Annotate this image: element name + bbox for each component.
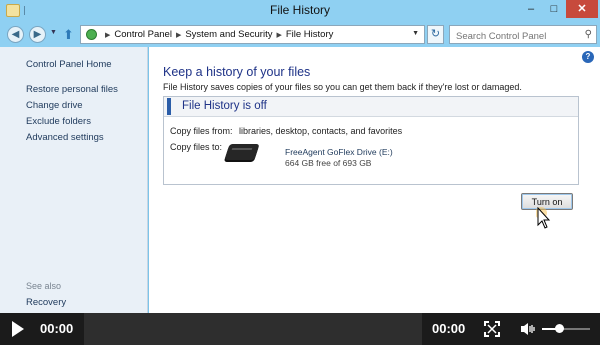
sidebar-item-change-drive[interactable]: Change drive (26, 100, 83, 111)
page-description: File History saves copies of your files … (163, 82, 522, 92)
sidebar: Control Panel Home Restore personal file… (0, 47, 148, 313)
breadcrumb-chevron-icon[interactable]: ▶ (176, 32, 181, 39)
video-player-controls: 00:00 00:00 (0, 313, 600, 345)
drive-name: FreeAgent GoFlex Drive (E:) (285, 147, 393, 157)
copy-from-label: Copy files from: (170, 126, 233, 136)
copy-to-label: Copy files to: (170, 142, 223, 152)
breadcrumb-system-and-security[interactable]: System and Security (185, 29, 272, 40)
breadcrumb-control-panel[interactable]: Control Panel (114, 29, 172, 40)
window-title: File History (269, 3, 330, 17)
mouse-cursor-icon (536, 207, 551, 229)
maximize-button[interactable]: □ (543, 0, 565, 18)
help-icon[interactable]: ? (582, 51, 594, 63)
breadcrumb-chevron-icon[interactable]: ▶ (105, 32, 110, 39)
address-bar[interactable]: ▶ Control Panel ▶ System and Security ▶ File … (80, 25, 425, 44)
control-panel-icon (86, 29, 97, 40)
see-also-label: See also (26, 281, 62, 291)
sidebar-item-advanced-settings[interactable]: Advanced settings (26, 132, 104, 143)
main-content: ? Keep a history of your files File Hist… (149, 47, 600, 313)
volume-slider[interactable] (542, 328, 590, 330)
volume-icon[interactable] (520, 322, 536, 336)
copy-from-value: libraries, desktop, contacts, and favori… (239, 126, 403, 136)
page-title: Keep a history of your files (163, 65, 311, 79)
title-bar: File History – □ ✕ (0, 0, 600, 22)
search-icon[interactable]: ⚲ (585, 29, 592, 40)
sidebar-control-panel-home[interactable]: Control Panel Home (26, 59, 112, 70)
refresh-button[interactable]: ↻ (427, 25, 444, 44)
drive-free-space: 664 GB free of 693 GB (285, 158, 372, 168)
play-icon[interactable] (12, 321, 24, 337)
up-arrow-icon[interactable]: ⬆ (63, 27, 74, 43)
current-time: 00:00 (40, 321, 74, 336)
external-drive-icon (224, 144, 260, 160)
search-box[interactable]: ⚲ (449, 25, 597, 45)
status-title: File History is off (167, 98, 267, 115)
recent-pages-dropdown-icon[interactable]: ▼ (50, 29, 57, 36)
address-dropdown-icon[interactable]: ▼ (412, 30, 419, 37)
status-panel: File History is off Copy files from: lib… (163, 96, 579, 185)
minimize-button[interactable]: – (520, 0, 542, 18)
breadcrumb: ▶ Control Panel ▶ System and Security ▶ File … (101, 29, 333, 40)
sidebar-item-recovery[interactable]: Recovery (26, 297, 66, 308)
search-input[interactable] (450, 28, 575, 45)
close-button[interactable]: ✕ (566, 0, 598, 18)
breadcrumb-chevron-icon[interactable]: ▶ (276, 32, 281, 39)
fullscreen-icon[interactable] (484, 321, 500, 337)
back-button[interactable]: ◀ (7, 26, 24, 43)
sidebar-item-exclude-folders[interactable]: Exclude folders (26, 116, 91, 127)
progress-bar[interactable] (84, 313, 422, 345)
forward-button[interactable]: ▶ (29, 26, 46, 43)
breadcrumb-file-history[interactable]: File History (286, 29, 334, 40)
file-history-window: File History – □ ✕ ◀ ▶ ▼ ⬆ ▶ Control Pane… (0, 0, 600, 313)
status-panel-header: File History is off (164, 97, 578, 117)
navigation-bar: ◀ ▶ ▼ ⬆ ▶ Control Panel ▶ System and Securi… (0, 22, 600, 47)
volume-slider-handle[interactable] (555, 324, 564, 333)
sidebar-item-restore-personal-files[interactable]: Restore personal files (26, 84, 118, 95)
duration-time: 00:00 (432, 321, 466, 336)
